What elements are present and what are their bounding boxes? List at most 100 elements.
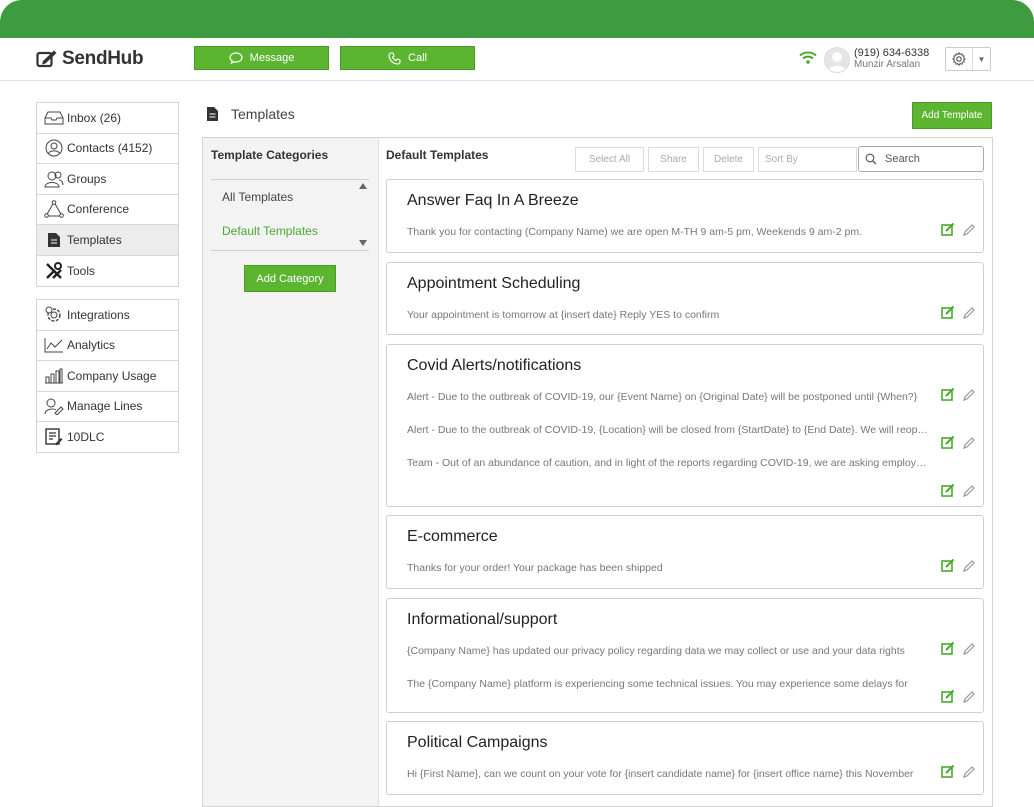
avatar[interactable] [824, 47, 850, 73]
manage-lines-icon [44, 398, 64, 416]
edit-icon[interactable] [941, 764, 955, 778]
nav-label: Contacts (4152) [67, 141, 153, 156]
nav-item-integrations[interactable]: Integrations [37, 300, 178, 331]
template-message[interactable]: Hi {First Name}, can we count on your vo… [407, 768, 929, 780]
sort-by-dropdown[interactable]: Sort By [758, 147, 857, 172]
template-message[interactable]: Thank you for contacting (Company Name) … [407, 226, 929, 238]
select-all-button[interactable]: Select All [575, 147, 644, 172]
nav-label: Templates [67, 232, 122, 247]
scroll-down-arrow[interactable] [359, 240, 367, 246]
template-message[interactable]: Team - Out of an abundance of caution, a… [407, 457, 929, 469]
add-category-button[interactable]: Add Category [244, 265, 336, 292]
template-message[interactable]: Alert - Due to the outbreak of COVID-19,… [407, 391, 929, 403]
nav-label: 10DLC [67, 430, 105, 445]
template-message[interactable]: Alert - Due to the outbreak of COVID-19,… [407, 424, 929, 436]
pencil-icon[interactable] [963, 437, 975, 449]
pencil-icon[interactable] [963, 560, 975, 572]
message-button[interactable]: Message [194, 46, 329, 70]
template-title: E-commerce [407, 528, 498, 545]
nav-label: Manage Lines [67, 399, 143, 414]
user-phone-number: (919) 634-6338 [854, 47, 930, 59]
edit-icon[interactable] [941, 305, 955, 319]
secondary-nav: Integrations Analytics Company Usage Man… [36, 299, 179, 453]
nav-item-templates[interactable]: Templates [37, 225, 178, 256]
pencil-icon[interactable] [963, 766, 975, 778]
template-title: Political Campaigns [407, 734, 548, 751]
pencil-icon[interactable] [963, 691, 975, 703]
pencil-icon[interactable] [963, 389, 975, 401]
inbox-icon [44, 111, 64, 125]
edit-icon[interactable] [941, 483, 955, 497]
pencil-icon[interactable] [963, 307, 975, 319]
templates-heading: Default Templates [386, 148, 489, 162]
template-message[interactable]: {Company Name} has updated our privacy p… [407, 645, 929, 657]
nav-item-tools[interactable]: Tools [37, 256, 178, 287]
message-button-label: Message [249, 52, 295, 64]
logo-icon [36, 50, 57, 68]
template-card: Covid Alerts/notifications Alert - Due t… [386, 344, 984, 507]
nav-item-analytics[interactable]: Analytics [37, 331, 178, 361]
analytics-icon [44, 338, 63, 353]
category-default-templates[interactable]: Default Templates [222, 224, 318, 238]
template-message[interactable]: The {Company Name} platform is experienc… [407, 678, 929, 690]
user-name: Munzir Arsalan [854, 59, 921, 70]
nav-item-inbox[interactable]: Inbox (26) [37, 103, 178, 134]
page-title: Templates [206, 106, 295, 122]
nav-item-groups[interactable]: Groups [37, 164, 178, 195]
nav-item-company-usage[interactable]: Company Usage [37, 361, 178, 392]
call-button[interactable]: Call [340, 46, 475, 70]
conference-icon [44, 200, 64, 219]
sendhub-logo[interactable]: SendHub [36, 48, 144, 70]
edit-icon[interactable] [941, 222, 955, 236]
scroll-up-arrow[interactable] [359, 183, 367, 189]
nav-item-conference[interactable]: Conference [37, 195, 178, 225]
top-banner [0, 0, 1034, 38]
search-input[interactable]: Search [858, 146, 984, 172]
nav-label: Analytics [67, 338, 116, 353]
pencil-icon[interactable] [963, 224, 975, 236]
search-placeholder: Search [885, 153, 920, 165]
template-message[interactable]: Your appointment is tomorrow at {insert … [407, 309, 929, 321]
categories-heading: Template Categories [211, 148, 329, 162]
template-card: Informational/support {Company Name} has… [386, 598, 984, 713]
nav-label: Tools [67, 263, 96, 278]
category-list[interactable]: All Templates Default Templates [211, 179, 369, 251]
gear-icon [952, 52, 966, 66]
groups-icon [44, 171, 64, 188]
category-all-templates[interactable]: All Templates [222, 190, 293, 204]
tools-icon [46, 261, 62, 279]
page-title-text: Templates [231, 106, 295, 122]
templates-icon [207, 107, 218, 121]
primary-nav: Inbox (26) Contacts (4152) Groups Confer… [36, 102, 179, 287]
company-usage-icon [45, 368, 63, 384]
template-card: Political Campaigns Hi {First Name}, can… [386, 721, 984, 795]
template-title: Covid Alerts/notifications [407, 357, 582, 374]
pencil-icon[interactable] [963, 485, 975, 497]
delete-button[interactable]: Delete [703, 147, 754, 172]
edit-icon[interactable] [941, 387, 955, 401]
nav-item-10dlc[interactable]: 10DLC [37, 422, 178, 453]
template-message[interactable]: Thanks for your order! Your package has … [407, 562, 929, 574]
template-title: Answer Faq In A Breeze [407, 192, 579, 209]
phone-icon [388, 51, 401, 65]
share-button[interactable]: Share [648, 147, 699, 172]
add-template-button[interactable]: Add Template [912, 102, 992, 129]
template-card: Answer Faq In A Breeze Thank you for con… [386, 179, 984, 253]
edit-icon[interactable] [941, 641, 955, 655]
edit-icon[interactable] [941, 689, 955, 703]
10dlc-icon [45, 428, 63, 446]
edit-icon[interactable] [941, 558, 955, 572]
chevron-down-icon[interactable]: ▼ [973, 48, 990, 70]
nav-label: Integrations [67, 307, 130, 322]
nav-item-contacts[interactable]: Contacts (4152) [37, 134, 178, 164]
pencil-icon[interactable] [963, 643, 975, 655]
settings-button[interactable] [946, 48, 973, 70]
nav-item-manage-lines[interactable]: Manage Lines [37, 392, 178, 422]
edit-icon[interactable] [941, 435, 955, 449]
settings-dropdown[interactable]: ▼ [945, 47, 991, 71]
nav-label: Groups [67, 171, 107, 186]
chat-bubble-icon [229, 52, 243, 64]
template-card: Appointment Scheduling Your appointment … [386, 262, 984, 335]
contacts-icon [45, 139, 63, 157]
call-button-label: Call [408, 52, 427, 64]
